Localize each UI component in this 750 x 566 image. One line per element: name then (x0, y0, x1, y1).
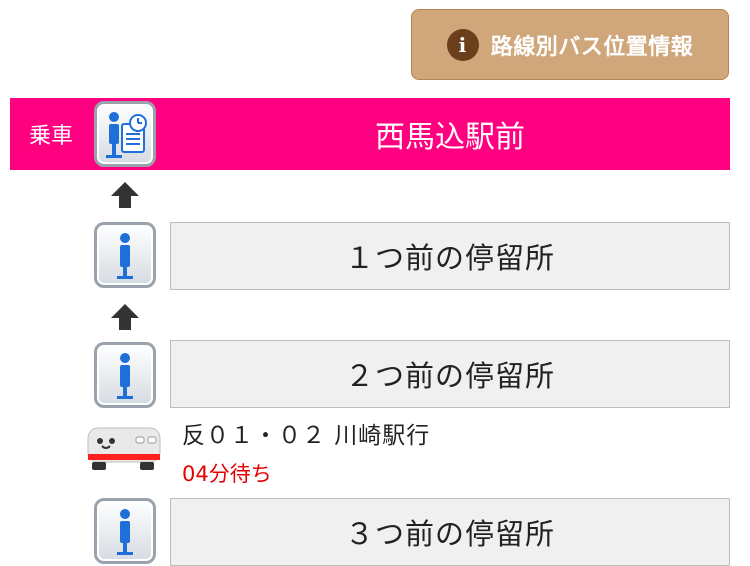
info-icon: i (446, 28, 479, 61)
route-bus-position-label: 路線別バス位置情報 (490, 34, 694, 60)
bus-stop-timetable-icon[interactable] (94, 101, 156, 167)
arrow-up-icon (111, 304, 139, 330)
bus-stop-icon (94, 498, 156, 564)
arrow-up-icon (111, 182, 139, 208)
stop-2-before[interactable]: ２つ前の停留所 (170, 340, 730, 408)
bus-stop-icon (94, 222, 156, 288)
boarding-label: 乗車 (10, 98, 92, 170)
bus-wait-time: 04分待ち (182, 462, 272, 486)
stop-3-before[interactable]: ３つ前の停留所 (170, 498, 730, 566)
current-stop-name[interactable]: 西馬込駅前 (170, 98, 730, 170)
route-bus-position-button[interactable]: i 路線別バス位置情報 (411, 9, 729, 80)
bus-icon (87, 427, 161, 470)
bus-stop-icon (94, 342, 156, 408)
bus-route-destination: 反０１・０２ 川崎駅行 (182, 423, 431, 449)
stop-1-before[interactable]: １つ前の停留所 (170, 222, 730, 290)
